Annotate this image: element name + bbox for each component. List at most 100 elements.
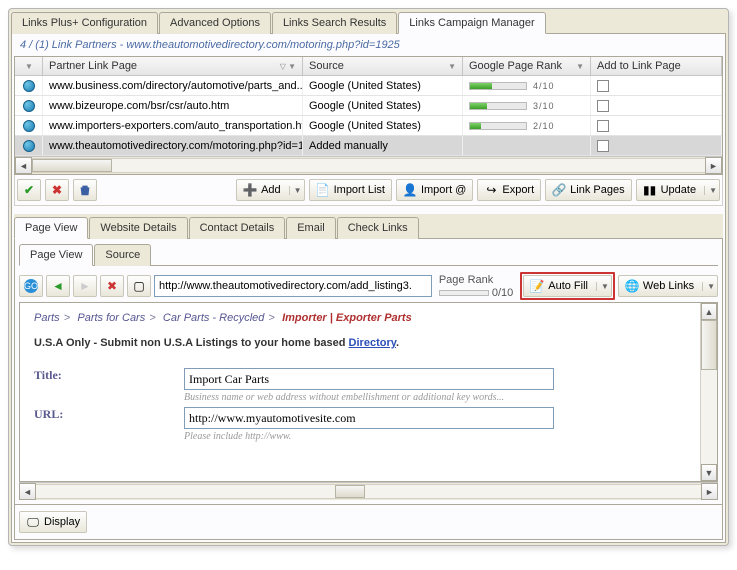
tab-contact-details[interactable]: Contact Details (189, 217, 286, 239)
render-vscroll[interactable]: ▲ ▼ (700, 303, 717, 481)
vscroll-thumb[interactable] (701, 320, 717, 370)
cell-source: Added manually (303, 136, 463, 155)
reject-button[interactable]: ✖ (45, 179, 69, 201)
accept-button[interactable]: ✔ (17, 179, 41, 201)
partners-url[interactable]: www.theautomotivedirectory.com/motoring.… (126, 39, 399, 51)
forward-icon: ► (78, 279, 92, 293)
cell-source: Google (United States) (303, 76, 463, 95)
cell-rank: 2/10 (463, 116, 591, 135)
cell-source: Google (United States) (303, 116, 463, 135)
partners-grid: ▼ Partner Link Page▽ ▼ Source▼ Google Pa… (14, 56, 723, 175)
stop-button[interactable]: ✖ (100, 275, 124, 297)
partners-count: 4 / (1) Link Partners - (20, 39, 126, 51)
cell-add (591, 116, 722, 135)
add-checkbox[interactable] (597, 80, 609, 92)
tab-pageview[interactable]: Page View (14, 217, 88, 239)
import-list-button[interactable]: 📄Import List (309, 179, 392, 201)
cell-rank: 3/10 (463, 96, 591, 115)
autofill-icon: 📝 (530, 279, 544, 293)
globe-icon (23, 140, 35, 152)
back-button[interactable]: ◄ (46, 275, 70, 297)
scroll-left-icon[interactable]: ◄ (19, 483, 36, 500)
table-row[interactable]: www.business.com/directory/automotive/pa… (15, 76, 722, 96)
stop-icon: ✖ (105, 279, 119, 293)
tab-search[interactable]: Links Search Results (272, 12, 397, 34)
directory-link[interactable]: Directory (349, 337, 396, 349)
scroll-thumb[interactable] (32, 159, 112, 172)
tab-advanced[interactable]: Advanced Options (159, 12, 271, 34)
import-at-icon: 👤 (403, 183, 417, 197)
forward-button[interactable]: ► (73, 275, 97, 297)
home-button[interactable]: ▢ (127, 275, 151, 297)
col-add[interactable]: Add to Link Page (591, 57, 722, 75)
detail-tabs: Page View Website Details Contact Detail… (14, 214, 723, 239)
cell-add (591, 96, 722, 115)
scroll-thumb[interactable] (335, 485, 365, 498)
display-icon: 🖵 (26, 515, 40, 529)
col-source[interactable]: Source▼ (303, 57, 463, 75)
grid-hscroll[interactable]: ◄ ► (15, 156, 722, 174)
add-checkbox[interactable] (597, 120, 609, 132)
cell-add (591, 76, 722, 95)
weblinks-button[interactable]: 🌐Web Links▼ (618, 275, 718, 297)
delete-button[interactable] (73, 179, 97, 201)
render-hscroll[interactable]: ◄ ► (19, 482, 718, 500)
url-hint: Please include http://www. (184, 431, 554, 442)
scroll-up-icon[interactable]: ▲ (701, 303, 717, 320)
import-list-icon: 📄 (316, 183, 330, 197)
title-input[interactable] (184, 368, 554, 390)
row-icon (15, 96, 43, 115)
display-button[interactable]: 🖵Display (19, 511, 87, 533)
add-button[interactable]: ➕Add▼ (236, 179, 305, 201)
tab-campaign[interactable]: Links Campaign Manager (398, 12, 545, 34)
go-button[interactable]: GO (19, 275, 43, 297)
table-row[interactable]: www.theautomotivedirectory.com/motoring.… (15, 136, 722, 156)
tab-website-details[interactable]: Website Details (89, 217, 187, 239)
check-icon: ✔ (22, 183, 36, 197)
page-icon: ▢ (132, 279, 146, 293)
cell-rank: 4/10 (463, 76, 591, 95)
scroll-right-icon[interactable]: ► (705, 157, 722, 174)
inner-tab-pageview[interactable]: Page View (19, 244, 93, 266)
address-bar: GO ◄ ► ✖ ▢ Page Rank 0/10 📝Auto Fill▼ 🌐W… (19, 270, 718, 302)
autofill-highlight: 📝Auto Fill▼ (520, 272, 615, 300)
col-icon[interactable]: ▼ (15, 57, 43, 75)
tab-check-links[interactable]: Check Links (337, 217, 419, 239)
inner-tab-source[interactable]: Source (94, 244, 151, 266)
col-partner[interactable]: Partner Link Page▽ ▼ (43, 57, 303, 75)
autofill-button[interactable]: 📝Auto Fill▼ (523, 275, 612, 297)
globe-icon (23, 100, 35, 112)
url-label: URL: (34, 407, 184, 422)
instruction-text: U.S.A Only - Submit non U.S.A Listings t… (34, 335, 703, 350)
scroll-left-icon[interactable]: ◄ (15, 157, 32, 174)
col-rank[interactable]: Google Page Rank▼ (463, 57, 591, 75)
breadcrumb: Parts> Parts for Cars> Car Parts - Recyc… (34, 309, 703, 325)
scroll-down-icon[interactable]: ▼ (701, 464, 717, 481)
update-button[interactable]: ▮▮Update▼ (636, 179, 720, 201)
tab-email[interactable]: Email (286, 217, 336, 239)
form-row-title: Title: Business name or web address with… (34, 368, 703, 403)
table-row[interactable]: www.importers-exporters.com/auto_transpo… (15, 116, 722, 136)
go-icon: GO (24, 279, 38, 293)
pageview-panel: Page View Source GO ◄ ► ✖ ▢ Page Rank 0/… (14, 239, 723, 505)
grid-body: www.business.com/directory/automotive/pa… (15, 76, 722, 156)
export-button[interactable]: ↪Export (477, 179, 541, 201)
listing-url-input[interactable] (184, 407, 554, 429)
form-row-url: URL: Please include http://www. (34, 407, 703, 442)
url-input[interactable] (154, 275, 432, 297)
bottom-bar: 🖵Display (14, 505, 723, 540)
globe-icon (23, 80, 35, 92)
import-at-button[interactable]: 👤Import @ (396, 179, 473, 201)
table-row[interactable]: www.bizeurope.com/bsr/csr/auto.htmGoogle… (15, 96, 722, 116)
row-icon (15, 116, 43, 135)
cell-partner: www.theautomotivedirectory.com/motoring.… (43, 136, 303, 155)
cell-partner: www.importers-exporters.com/auto_transpo… (43, 116, 303, 135)
scroll-right-icon[interactable]: ► (701, 483, 718, 500)
add-checkbox[interactable] (597, 100, 609, 112)
globe-icon (23, 120, 35, 132)
partners-title: 4 / (1) Link Partners - www.theautomotiv… (14, 36, 723, 56)
tab-config[interactable]: Links Plus+ Configuration (11, 12, 158, 34)
link-pages-button[interactable]: 🔗Link Pages (545, 179, 631, 201)
add-checkbox[interactable] (597, 140, 609, 152)
row-icon (15, 136, 43, 155)
